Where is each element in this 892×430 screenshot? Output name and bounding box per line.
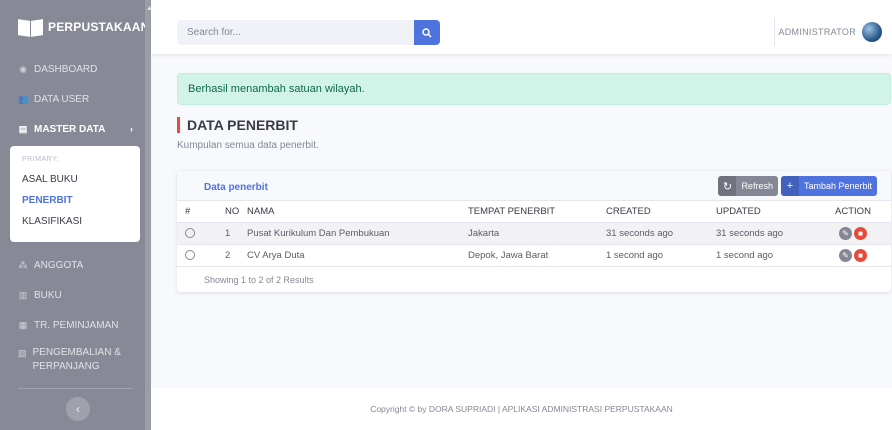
sidebar: ▲ PERPUSTAKAAN ◉ DASHBOARD 👥 DATA USER ▤… <box>0 0 153 430</box>
col-nama[interactable]: NAMA <box>247 201 468 223</box>
delete-icon[interactable]: ■ <box>854 226 867 240</box>
search-input[interactable] <box>177 20 414 45</box>
book-logo-icon <box>18 18 44 36</box>
page-subtitle: Kumpulan semua data penerbit. <box>177 140 319 151</box>
page-title: DATA PENERBIT <box>177 117 298 133</box>
edit-icon[interactable]: ✎ <box>839 248 852 262</box>
topbar-divider <box>774 18 775 46</box>
search-button[interactable] <box>414 20 440 45</box>
refresh-label: Refresh <box>741 181 773 191</box>
row-actions: ✎ ■ <box>839 248 867 262</box>
search-icon <box>422 27 432 38</box>
success-alert: Berhasil menambah satuan wilayah. <box>177 73 891 105</box>
card-actions: ↻ Refresh + Tambah Penerbit <box>718 176 877 196</box>
submenu-header: PRIMARY: <box>22 156 60 163</box>
user-dropdown[interactable]: ADMINISTRATOR <box>778 22 882 42</box>
table-row[interactable]: 1 Pusat Kurikulum Dan Pembukuan Jakarta … <box>177 222 891 245</box>
col-action: ACTION <box>821 201 891 223</box>
cell-created: 31 seconds ago <box>606 222 716 245</box>
chevron-left-icon: ‹ <box>76 402 80 416</box>
add-label: Tambah Penerbit <box>803 181 872 191</box>
cell-tempat: Depok, Jawa Barat <box>468 244 606 267</box>
database-icon: ▤ <box>18 123 28 134</box>
sidebar-item-label: ANGGOTA <box>34 259 84 271</box>
user-name: ADMINISTRATOR <box>778 27 856 37</box>
submenu-item-penerbit[interactable]: PENERBIT <box>10 190 140 211</box>
sidebar-item-dashboard[interactable]: ◉ DASHBOARD <box>0 54 151 84</box>
refresh-icon: ↻ <box>718 176 737 196</box>
sidebar-item-label: BUKU <box>34 289 62 301</box>
sidebar-toggle-button[interactable]: ‹ <box>66 397 90 421</box>
delete-icon[interactable]: ■ <box>854 248 867 262</box>
sidebar-item-label: MASTER DATA <box>34 123 106 135</box>
sidebar-item-label: PENGEMBALIAN & PERPANJANG <box>32 347 121 372</box>
row-checkbox[interactable] <box>185 249 195 260</box>
card-title: Data penerbit <box>204 182 268 193</box>
sidebar-item-label: DATA USER <box>34 93 90 105</box>
topbar: ADMINISTRATOR <box>151 0 892 54</box>
plus-icon: + <box>780 176 799 196</box>
cell-no: 1 <box>205 222 247 245</box>
footer: Copyright © by DORA SUPRIADI | APLIKASI … <box>151 388 892 430</box>
row-checkbox[interactable] <box>185 227 195 238</box>
footer-copyright: Copyright © by DORA SUPRIADI | APLIKASI … <box>370 404 673 414</box>
avatar <box>862 22 882 42</box>
col-check: # <box>177 201 205 223</box>
card-header: Data penerbit ↻ Refresh + Tambah Penerbi… <box>177 171 891 201</box>
submenu-item-klasifikasi[interactable]: KLASIFIKASI <box>10 211 140 232</box>
alert-message: Berhasil menambah satuan wilayah. <box>188 83 365 95</box>
return-icon: ▧ <box>18 348 27 358</box>
brand[interactable]: PERPUSTAKAAN <box>0 0 151 54</box>
refresh-button[interactable]: ↻ Refresh <box>718 176 778 196</box>
exchange-icon: ▦ <box>18 319 28 330</box>
row-actions: ✎ ■ <box>839 226 867 240</box>
cell-updated: 1 second ago <box>716 244 821 267</box>
penerbit-table: # NO NAMA TEMPAT PENERBIT CREATED UPDATE… <box>177 201 891 267</box>
cell-tempat: Jakarta <box>468 222 606 245</box>
edit-icon[interactable]: ✎ <box>839 226 852 240</box>
cell-created: 1 second ago <box>606 244 716 267</box>
col-updated[interactable]: UPDATED <box>716 201 821 223</box>
add-penerbit-button[interactable]: + Tambah Penerbit <box>780 176 877 196</box>
sidebar-item-label: TR. PEMINJAMAN <box>34 319 119 331</box>
col-tempat[interactable]: TEMPAT PENERBIT <box>468 201 606 223</box>
penerbit-card: Data penerbit ↻ Refresh + Tambah Penerbi… <box>177 171 891 292</box>
table-header-row: # NO NAMA TEMPAT PENERBIT CREATED UPDATE… <box>177 201 891 223</box>
search-form <box>177 20 440 45</box>
sidebar-item-pengembalian[interactable]: ▧ PENGEMBALIAN & PERPANJANG <box>0 340 151 380</box>
cell-updated: 31 seconds ago <box>716 222 821 245</box>
users-icon: 👥 <box>18 93 30 104</box>
table-summary: Showing 1 to 2 of 2 Results <box>204 274 314 285</box>
sidebar-item-buku[interactable]: ▥ BUKU <box>0 280 151 310</box>
chevron-right-icon: › <box>130 124 133 134</box>
cell-nama: Pusat Kurikulum Dan Pembukuan <box>247 222 468 245</box>
col-no[interactable]: NO <box>205 201 247 223</box>
cell-nama: CV Arya Duta <box>247 244 468 267</box>
book-icon: ▥ <box>18 289 28 300</box>
submenu-item-asal-buku[interactable]: ASAL BUKU <box>10 169 140 190</box>
cell-no: 2 <box>205 244 247 267</box>
master-data-submenu: PRIMARY: ASAL BUKU PENERBIT KLASIFIKASI <box>10 146 140 242</box>
sidebar-item-master-data[interactable]: ▤ MASTER DATA › <box>0 114 151 144</box>
sidebar-item-label: DASHBOARD <box>34 63 98 75</box>
sidebar-scrollbar[interactable]: ▲ <box>145 0 153 430</box>
sidebar-item-data-user[interactable]: 👥 DATA USER <box>0 84 151 114</box>
table-row[interactable]: 2 CV Arya Duta Depok, Jawa Barat 1 secon… <box>177 244 891 267</box>
sidebar-divider <box>18 388 133 389</box>
user-friends-icon: ⁂ <box>18 259 28 270</box>
sidebar-item-tr-peminjaman[interactable]: ▦ TR. PEMINJAMAN <box>0 310 151 340</box>
sidebar-item-anggota[interactable]: ⁂ ANGGOTA <box>0 250 151 280</box>
tachometer-icon: ◉ <box>19 63 27 74</box>
col-created[interactable]: CREATED <box>606 201 716 223</box>
brand-title: PERPUSTAKAAN <box>48 20 150 34</box>
